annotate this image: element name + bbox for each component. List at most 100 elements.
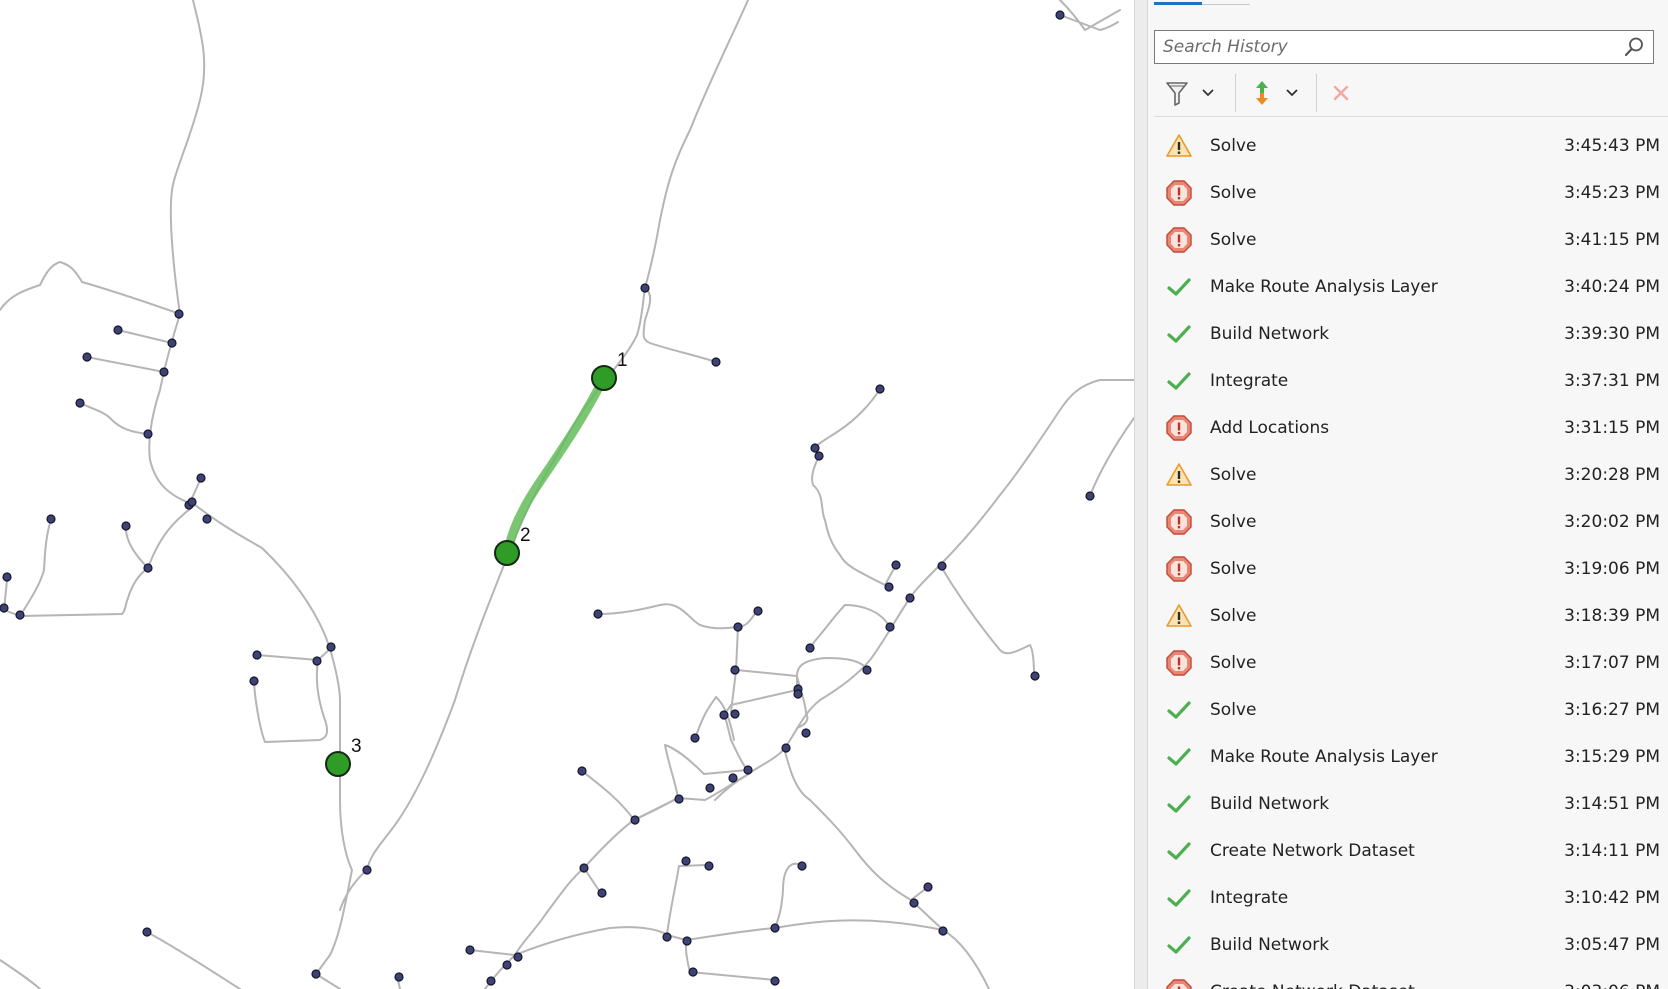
tab-inactive-indicator[interactable] xyxy=(1202,4,1250,5)
history-item-name: Solve xyxy=(1210,465,1257,485)
toolbar-separator xyxy=(1235,74,1236,112)
junction xyxy=(875,384,885,394)
history-item-name: Solve xyxy=(1210,512,1257,532)
warning-icon xyxy=(1166,133,1192,159)
junction xyxy=(711,357,721,367)
history-item[interactable]: Solve 3:41:15 PM xyxy=(1154,217,1668,264)
error-icon xyxy=(1166,650,1192,676)
history-item[interactable]: Make Route Analysis Layer 3:15:29 PM xyxy=(1154,734,1668,781)
history-item[interactable]: Solve 3:20:02 PM xyxy=(1154,499,1668,546)
junction xyxy=(938,926,948,936)
junction xyxy=(159,367,169,377)
junction xyxy=(1055,10,1065,20)
toolbar-separator xyxy=(1316,74,1317,112)
history-item[interactable]: Solve 3:19:06 PM xyxy=(1154,546,1668,593)
history-item-time: 3:45:43 PM xyxy=(1564,136,1660,156)
warning-icon xyxy=(1166,462,1192,488)
error-icon xyxy=(1166,227,1192,253)
junction xyxy=(905,593,915,603)
junction xyxy=(690,733,700,743)
checkmark-icon xyxy=(1166,885,1192,911)
stop-1-label: 1 xyxy=(617,350,628,371)
junction xyxy=(143,429,153,439)
history-item[interactable]: Solve 3:45:43 PM xyxy=(1154,123,1668,170)
history-item[interactable]: Solve 3:20:28 PM xyxy=(1154,452,1668,499)
history-item[interactable]: Integrate 3:10:42 PM xyxy=(1154,875,1668,922)
junction xyxy=(82,352,92,362)
history-item-name: Solve xyxy=(1210,653,1257,673)
junction xyxy=(674,794,684,804)
junction xyxy=(753,606,763,616)
checkmark-icon xyxy=(1166,932,1192,958)
history-item[interactable]: Create Network Dataset 3:14:11 PM xyxy=(1154,828,1668,875)
history-item[interactable]: Solve 3:17:07 PM xyxy=(1154,640,1668,687)
filter-button[interactable] xyxy=(1162,72,1192,114)
junction xyxy=(688,967,698,977)
junction xyxy=(923,882,933,892)
history-item[interactable]: Integrate 3:37:31 PM xyxy=(1154,358,1668,405)
junction xyxy=(770,976,780,986)
history-item-time: 3:05:47 PM xyxy=(1564,935,1660,955)
chevron-down-icon xyxy=(1286,89,1298,97)
sort-dropdown[interactable] xyxy=(1280,72,1304,114)
search-input[interactable] xyxy=(1163,31,1603,62)
error-icon xyxy=(1166,415,1192,441)
history-item[interactable]: Add Locations 3:31:15 PM xyxy=(1154,405,1668,452)
junction xyxy=(362,865,372,875)
junction xyxy=(486,976,496,986)
filter-dropdown[interactable] xyxy=(1196,72,1220,114)
junction xyxy=(891,560,901,570)
warning-icon xyxy=(1166,603,1192,629)
junction xyxy=(884,582,894,592)
sort-button[interactable] xyxy=(1247,72,1277,114)
junction xyxy=(2,572,12,582)
junction xyxy=(630,815,640,825)
history-pane: Solve 3:45:43 PM Solve 3:45:23 PM Solve … xyxy=(1148,0,1668,989)
history-item-time: 3:31:15 PM xyxy=(1564,418,1660,438)
junction xyxy=(15,610,25,620)
road-network xyxy=(0,0,1134,989)
tab-active-indicator[interactable] xyxy=(1154,2,1202,5)
search-box[interactable] xyxy=(1154,30,1654,64)
history-item-time: 3:18:39 PM xyxy=(1564,606,1660,626)
error-icon xyxy=(1166,556,1192,582)
history-item[interactable]: Create Network Dataset 3:03:06 PM xyxy=(1154,969,1668,989)
pane-splitter[interactable] xyxy=(1134,0,1148,989)
network-junctions xyxy=(0,10,1095,986)
history-item-name: Add Locations xyxy=(1210,418,1330,438)
history-item[interactable]: Solve 3:16:27 PM xyxy=(1154,687,1668,734)
sort-icon xyxy=(1256,81,1268,105)
junction xyxy=(793,689,803,699)
junction xyxy=(730,709,740,719)
junction xyxy=(121,521,131,531)
history-item-time: 3:20:28 PM xyxy=(1564,465,1660,485)
error-icon xyxy=(1166,509,1192,535)
junction xyxy=(502,960,512,970)
error-icon xyxy=(1166,979,1192,989)
junction xyxy=(46,514,56,524)
delete-button[interactable] xyxy=(1326,72,1356,114)
history-item[interactable]: Build Network 3:05:47 PM xyxy=(1154,922,1668,969)
stop-3[interactable]: 3 xyxy=(325,736,362,777)
history-item[interactable]: Build Network 3:39:30 PM xyxy=(1154,311,1668,358)
stop-1[interactable]: 1 xyxy=(591,350,628,391)
filter-icon xyxy=(1166,82,1188,106)
history-item-name: Make Route Analysis Layer xyxy=(1210,277,1438,297)
history-item[interactable]: Build Network 3:14:51 PM xyxy=(1154,781,1668,828)
history-item[interactable]: Make Route Analysis Layer 3:40:24 PM xyxy=(1154,264,1668,311)
junction xyxy=(805,643,815,653)
stop-2-label: 2 xyxy=(520,525,531,546)
junction xyxy=(312,656,322,666)
junction xyxy=(202,514,212,524)
history-item[interactable]: Solve 3:45:23 PM xyxy=(1154,170,1668,217)
history-item-name: Integrate xyxy=(1210,888,1289,908)
junction xyxy=(937,561,947,571)
network-map[interactable]: 1 2 3 xyxy=(0,0,1134,989)
history-item-time: 3:41:15 PM xyxy=(1564,230,1660,250)
history-item[interactable]: Solve 3:18:39 PM xyxy=(1154,593,1668,640)
map-view[interactable]: 1 2 3 xyxy=(0,0,1134,989)
history-item-time: 3:40:24 PM xyxy=(1564,277,1660,297)
error-icon xyxy=(1166,180,1192,206)
checkmark-icon xyxy=(1166,697,1192,723)
search-icon[interactable] xyxy=(1623,36,1645,58)
